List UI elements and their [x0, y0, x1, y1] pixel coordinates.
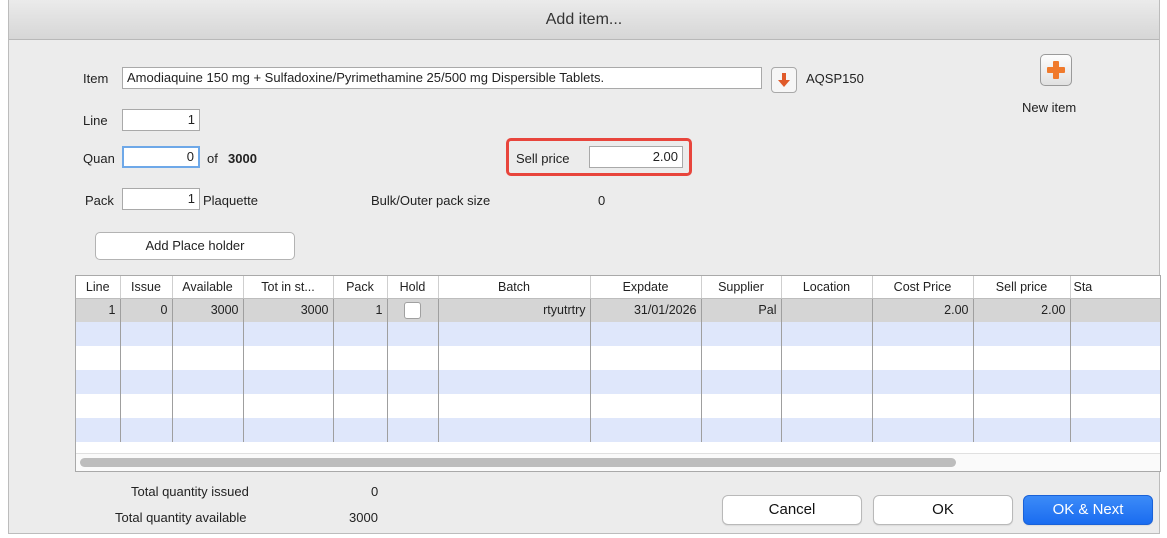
cell-supplier[interactable]: Pal [701, 298, 782, 322]
pack-label: Pack [85, 193, 114, 208]
new-item-button[interactable] [1040, 54, 1072, 86]
table-row[interactable] [76, 418, 1160, 442]
hold-checkbox[interactable] [404, 301, 421, 319]
new-item-label: New item [1022, 100, 1077, 115]
plus-icon [1047, 61, 1065, 79]
download-arrow-icon [778, 73, 790, 87]
cell-hold[interactable] [387, 298, 439, 322]
total-issued-value: 0 [371, 484, 379, 499]
table-row[interactable] [76, 394, 1160, 418]
bulk-pack-size-label: Bulk/Outer pack size [371, 193, 491, 208]
item-lookup-button[interactable] [771, 67, 797, 93]
column-header-sell-price[interactable]: Sell price [973, 276, 1071, 299]
column-header-line[interactable]: Line [76, 276, 121, 299]
cell-cost-price[interactable]: 2.00 [872, 298, 974, 322]
ok-next-button[interactable]: OK & Next [1023, 495, 1153, 525]
column-header-pack[interactable]: Pack [333, 276, 388, 299]
item-code: AQSP150 [806, 71, 864, 86]
add-place-holder-button[interactable]: Add Place holder [95, 232, 295, 260]
table-row[interactable] [76, 370, 1160, 394]
column-header-tot-in-stock[interactable]: Tot in st... [243, 276, 334, 299]
cell-available[interactable]: 3000 [172, 298, 244, 322]
table-row[interactable]: 1 0 3000 3000 1 rtyutrtry 31/01/2026 Pal… [76, 298, 1160, 322]
window-title: Add item... [9, 0, 1159, 40]
quan-of-value: 3000 [228, 151, 257, 166]
column-header-batch[interactable]: Batch [438, 276, 591, 299]
line-label: Line [83, 113, 108, 128]
scrollbar-thumb[interactable] [80, 458, 956, 467]
table-header: Line Issue Available Tot in st... Pack H… [76, 276, 1160, 299]
batch-table: Line Issue Available Tot in st... Pack H… [75, 275, 1161, 472]
quantity-field[interactable]: 0 [122, 146, 200, 168]
add-item-dialog: Add item... Item Amodiaquine 150 mg + Su… [8, 0, 1161, 534]
table-row[interactable] [76, 346, 1160, 370]
column-header-expdate[interactable]: Expdate [590, 276, 702, 299]
cell-status[interactable] [1070, 298, 1160, 322]
quan-label: Quan [83, 151, 115, 166]
pack-unit: Plaquette [203, 193, 258, 208]
column-header-cost-price[interactable]: Cost Price [872, 276, 974, 299]
quan-of-label: of [207, 151, 218, 166]
total-available-value: 3000 [349, 510, 378, 525]
sell-price-label: Sell price [516, 151, 570, 166]
cell-location[interactable] [781, 298, 873, 322]
item-label: Item [83, 71, 109, 86]
column-header-available[interactable]: Available [172, 276, 244, 299]
column-header-issue[interactable]: Issue [120, 276, 173, 299]
ok-button[interactable]: OK [873, 495, 1013, 525]
column-header-location[interactable]: Location [781, 276, 873, 299]
cell-tot-in-stock[interactable]: 3000 [243, 298, 334, 322]
pack-field[interactable]: 1 [122, 188, 200, 210]
column-header-supplier[interactable]: Supplier [701, 276, 782, 299]
column-header-status[interactable]: Sta [1070, 276, 1160, 299]
cell-issue[interactable]: 0 [120, 298, 173, 322]
bulk-pack-size-value: 0 [598, 193, 606, 208]
horizontal-scrollbar[interactable] [76, 453, 1160, 471]
cell-batch[interactable]: rtyutrtry [438, 298, 591, 322]
total-issued-label: Total quantity issued [131, 484, 249, 499]
cell-line[interactable]: 1 [76, 298, 121, 322]
cell-expdate[interactable]: 31/01/2026 [590, 298, 702, 322]
column-header-hold[interactable]: Hold [387, 276, 439, 299]
item-field[interactable]: Amodiaquine 150 mg + Sulfadoxine/Pyrimet… [122, 67, 762, 89]
cell-sell-price[interactable]: 2.00 [973, 298, 1071, 322]
line-field[interactable]: 1 [122, 109, 200, 131]
table-row[interactable] [76, 322, 1160, 346]
cell-pack[interactable]: 1 [333, 298, 388, 322]
total-available-label: Total quantity available [115, 510, 247, 525]
cancel-button[interactable]: Cancel [722, 495, 862, 525]
sell-price-field[interactable]: 2.00 [589, 146, 683, 168]
